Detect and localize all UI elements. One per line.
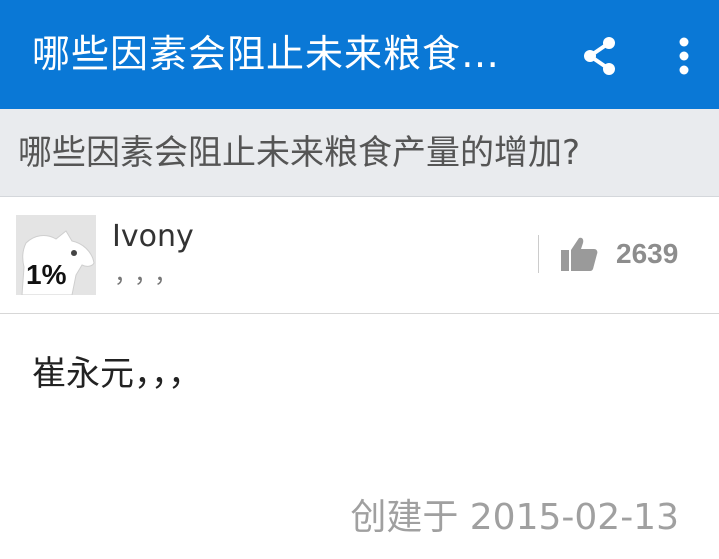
created-date: 创建于 2015-02-13: [350, 497, 679, 538]
avatar-badge: 1%: [26, 259, 67, 290]
question-bar[interactable]: 哪些因素会阻止未来粮食产量的增加?: [0, 109, 719, 197]
question-title: 哪些因素会阻止未来粮食产量的增加?: [18, 133, 581, 173]
more-options-button[interactable]: [658, 30, 710, 82]
divider: [538, 235, 539, 273]
avatar[interactable]: 1%: [16, 215, 96, 295]
app-bar: 哪些因素会阻止未来粮食…: [0, 0, 719, 109]
answer-content: 崔永元，，，: [32, 354, 202, 394]
app-bar-title: 哪些因素会阻止未来粮食…: [32, 32, 501, 76]
vote-button[interactable]: 2639: [560, 231, 710, 277]
more-vert-icon: [679, 37, 689, 75]
author-name[interactable]: Ivony: [112, 217, 194, 257]
author-bio: ，，，: [114, 260, 186, 288]
vote-count: 2639: [616, 238, 679, 269]
share-icon: [584, 37, 615, 75]
thumb-up-icon: [561, 237, 598, 271]
share-button[interactable]: [574, 30, 626, 82]
answer-header: 1% Ivony ，，， 2639: [0, 197, 719, 314]
